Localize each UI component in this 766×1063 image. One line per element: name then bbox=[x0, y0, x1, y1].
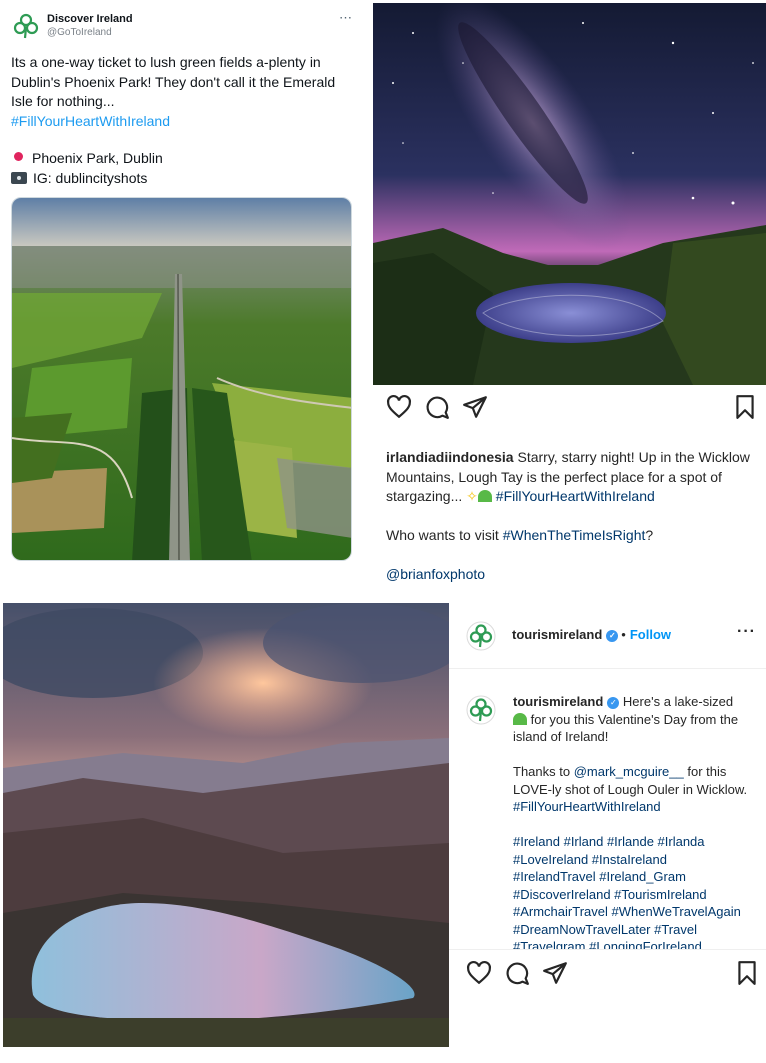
shamrock-logo-icon[interactable] bbox=[12, 12, 40, 40]
more-options-icon[interactable]: ··· bbox=[737, 623, 756, 641]
heart-icon[interactable] bbox=[386, 394, 412, 420]
hashtag-line[interactable]: #DiscoverIreland #TourismIreland bbox=[513, 886, 761, 904]
question-suffix: ? bbox=[645, 527, 654, 543]
dizzy-icon: ✧ bbox=[466, 488, 478, 504]
more-options-icon[interactable]: ⋯ bbox=[339, 10, 353, 26]
thanks-hashtag[interactable]: #FillYourHeartWithIreland bbox=[513, 799, 661, 814]
caption-intro: Here's a lake-sized bbox=[622, 694, 734, 709]
post-caption: irlandiadiindonesia Starry, starry night… bbox=[386, 448, 758, 585]
header-username[interactable]: tourismireland bbox=[512, 627, 602, 642]
separator-dot: • bbox=[621, 627, 626, 642]
caption-username[interactable]: irlandiadiindonesia bbox=[386, 449, 514, 465]
tweet-text: Its a one-way ticket to lush green field… bbox=[11, 53, 351, 131]
bookmark-icon[interactable] bbox=[732, 394, 758, 420]
bookmark-icon[interactable] bbox=[734, 960, 760, 986]
question-prefix: Who wants to visit bbox=[386, 527, 499, 543]
instagram-post-stargazing: irlandiadiindonesia Starry, starry night… bbox=[373, 0, 766, 600]
tweet-card: Discover Ireland @GoToIreland ⋯ Its a on… bbox=[0, 0, 365, 580]
hashtag-line[interactable]: #IrelandTravel #Ireland_Gram bbox=[513, 868, 761, 886]
paper-plane-icon[interactable] bbox=[462, 394, 488, 420]
paper-plane-icon[interactable] bbox=[542, 960, 568, 986]
caption-text-block: tourismireland ✓ Here's a lake-sized for … bbox=[513, 693, 761, 949]
verified-badge-icon: ✓ bbox=[606, 630, 619, 642]
post-actions-bar bbox=[386, 394, 758, 424]
camera-icon bbox=[11, 172, 27, 184]
tweet-credit: IG: dublincityshots bbox=[11, 169, 351, 189]
hashtag-line[interactable]: #Ireland #Irland #Irlande #Irlanda bbox=[513, 833, 761, 851]
location-text: Phoenix Park, Dublin bbox=[32, 150, 163, 166]
tourism-ireland-avatar-icon[interactable] bbox=[466, 695, 496, 725]
comment-icon[interactable] bbox=[424, 394, 450, 420]
follow-button[interactable]: Follow bbox=[630, 627, 671, 642]
tweet-location: Phoenix Park, Dublin bbox=[11, 149, 351, 169]
comment-icon[interactable] bbox=[504, 960, 530, 986]
caption-hashtag[interactable]: #FillYourHeartWithIreland bbox=[496, 488, 655, 504]
caption-comment: tourismireland ✓ Here's a lake-sized for … bbox=[449, 681, 766, 949]
divider bbox=[449, 949, 766, 950]
hashtag-line[interactable]: #DreamNowTravelLater #Travel bbox=[513, 921, 761, 939]
lough-tay-night-photo[interactable] bbox=[373, 3, 766, 385]
post-header: tourismireland ✓ • Follow ··· bbox=[449, 603, 766, 669]
green-heart-icon bbox=[477, 490, 492, 502]
caption-username[interactable]: tourismireland bbox=[513, 694, 603, 709]
milky-way-image bbox=[373, 3, 766, 385]
photographer-mention[interactable]: @mark_mcguire__ bbox=[574, 764, 684, 779]
lough-ouler-heart-lake-photo[interactable] bbox=[3, 603, 449, 1047]
hashtag-line[interactable]: #Travelgram #LongingForIreland bbox=[513, 938, 761, 949]
header-username-row: tourismireland ✓ • Follow bbox=[512, 627, 671, 642]
account-handle[interactable]: @GoToIreland bbox=[47, 27, 112, 38]
photo-credit-mention[interactable]: @brianfoxphoto bbox=[386, 566, 485, 582]
heart-lake-image bbox=[3, 603, 449, 1047]
aerial-park-image bbox=[12, 198, 351, 560]
heart-icon[interactable] bbox=[466, 960, 492, 986]
tweet-hashtag[interactable]: #FillYourHeartWithIreland bbox=[11, 113, 170, 129]
question-hashtag[interactable]: #WhenTheTimeIsRight bbox=[503, 527, 646, 543]
hashtag-line[interactable]: #LoveIreland #InstaIreland bbox=[513, 851, 761, 869]
credit-text: IG: dublincityshots bbox=[33, 170, 148, 186]
phoenix-park-aerial-photo[interactable] bbox=[11, 197, 352, 561]
account-name[interactable]: Discover Ireland bbox=[47, 13, 133, 25]
verified-badge-icon: ✓ bbox=[607, 697, 620, 709]
green-heart-icon bbox=[513, 712, 527, 725]
hashtag-line[interactable]: #ArmchairTravel #WhenWeTravelAgain bbox=[513, 903, 761, 921]
instagram-post-valentine: tourismireland ✓ • Follow ··· tourismirelan… bbox=[449, 603, 766, 1063]
round-pushpin-icon bbox=[11, 149, 25, 169]
tweet-body-text: Its a one-way ticket to lush green field… bbox=[11, 54, 336, 109]
tourism-ireland-avatar-icon[interactable] bbox=[466, 621, 496, 651]
post-actions-bar bbox=[466, 960, 756, 990]
thanks-prefix: Thanks to bbox=[513, 764, 571, 779]
tweet-header: Discover Ireland @GoToIreland ⋯ bbox=[12, 10, 357, 42]
caption-intro-continued: for you this Valentine's Day from the is… bbox=[513, 711, 739, 745]
